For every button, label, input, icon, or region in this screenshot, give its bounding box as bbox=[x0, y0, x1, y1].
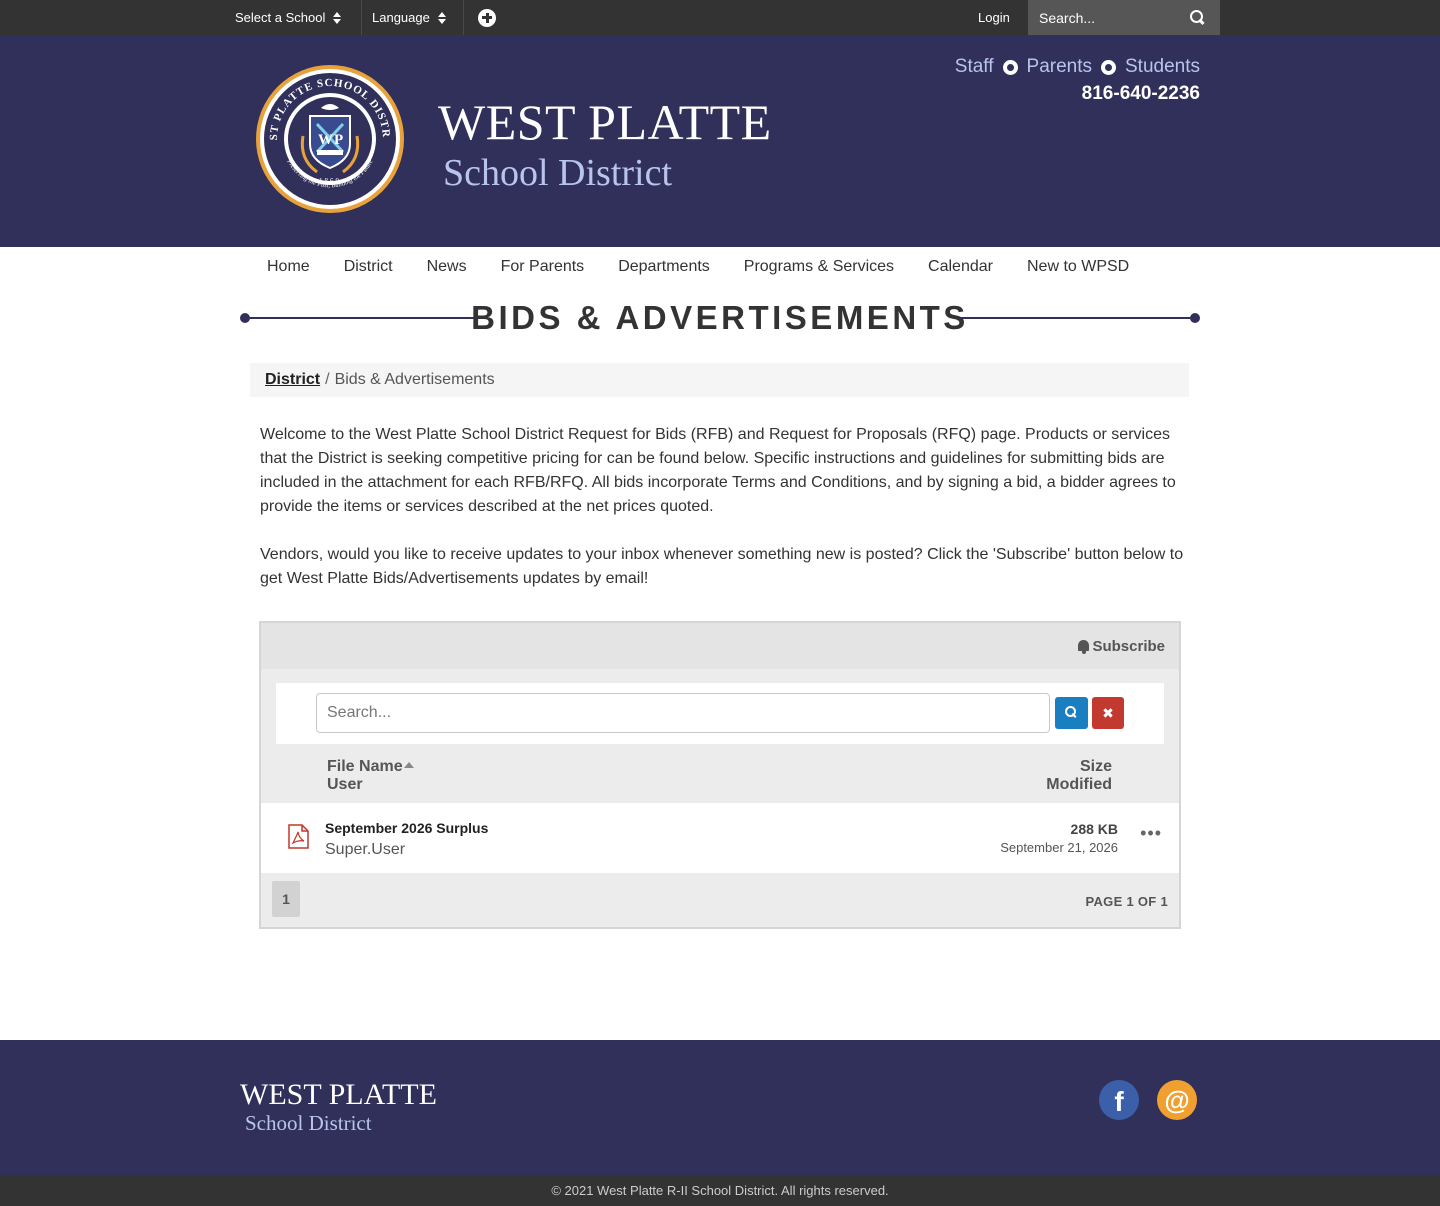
modified-header-label[interactable]: Modified bbox=[1046, 776, 1112, 793]
file-size: 288 KB bbox=[1070, 821, 1118, 837]
divider bbox=[463, 0, 464, 35]
user-header-label[interactable]: User bbox=[327, 776, 363, 793]
intro-text: Welcome to the West Platte School Distri… bbox=[260, 423, 1185, 615]
plus-circle-button[interactable] bbox=[478, 0, 496, 35]
bullet-circle-icon bbox=[1101, 59, 1116, 75]
document-search-button[interactable] bbox=[1055, 697, 1088, 729]
nav-calendar[interactable]: Calendar bbox=[911, 258, 1010, 276]
district-name[interactable]: WEST PLATTE bbox=[438, 93, 772, 151]
nav-new-to-wpsd[interactable]: New to WPSD bbox=[1010, 258, 1146, 276]
more-options-icon[interactable]: ••• bbox=[1140, 823, 1162, 844]
seal-monogram-p: P bbox=[334, 132, 343, 148]
search-icon[interactable] bbox=[1190, 10, 1205, 25]
document-search-input[interactable] bbox=[316, 693, 1050, 733]
district-seal-logo[interactable]: WEST PLATTE SCHOOL DISTRICT Preserving t… bbox=[255, 64, 405, 214]
search-icon bbox=[1065, 706, 1077, 718]
file-name-header-label: File Name bbox=[327, 758, 403, 775]
page-title-row: BIDS & ADVERTISEMENTS bbox=[240, 297, 1200, 341]
select-school-dropdown[interactable]: Select a School bbox=[235, 0, 342, 35]
language-label: Language bbox=[372, 10, 430, 25]
login-link[interactable]: Login bbox=[978, 0, 1010, 35]
site-footer: WEST PLATTE School District f @ bbox=[0, 1040, 1440, 1175]
email-icon[interactable]: @ bbox=[1157, 1080, 1197, 1120]
document-search-bar: ✖ bbox=[276, 683, 1164, 744]
pagination: 1 PAGE 1 OF 1 bbox=[261, 873, 1179, 927]
nav-departments[interactable]: Departments bbox=[601, 258, 727, 276]
close-icon: ✖ bbox=[1102, 705, 1114, 721]
subscribe-button[interactable]: Subscribe bbox=[1077, 638, 1165, 655]
file-user: Super.User bbox=[325, 841, 406, 858]
intro-paragraph: Welcome to the West Platte School Distri… bbox=[260, 426, 1176, 515]
staff-link[interactable]: Staff bbox=[955, 56, 994, 78]
nav-programs-services[interactable]: Programs & Services bbox=[727, 258, 911, 276]
footer-district-subtitle[interactable]: School District bbox=[245, 1111, 372, 1136]
file-name-link[interactable]: September 2026 Surplus bbox=[325, 820, 488, 836]
sort-arrows-icon bbox=[333, 11, 342, 24]
plus-circle-icon bbox=[478, 8, 496, 27]
utility-bar: Select a School Language Login bbox=[0, 0, 1440, 35]
site-header: WEST PLATTE SCHOOL DISTRICT Preserving t… bbox=[0, 35, 1440, 247]
nav-for-parents[interactable]: For Parents bbox=[484, 258, 602, 276]
language-dropdown[interactable]: Language bbox=[372, 0, 446, 35]
seal-monogram-w: W bbox=[318, 132, 333, 148]
table-row[interactable]: September 2026 Surplus Super.User 288 KB… bbox=[261, 803, 1179, 873]
seal-year: 1869 bbox=[319, 177, 341, 185]
students-link[interactable]: Students bbox=[1125, 56, 1200, 78]
clear-search-button[interactable]: ✖ bbox=[1092, 697, 1124, 729]
intro-paragraph: Vendors, would you like to receive updat… bbox=[260, 546, 1184, 587]
size-header-label: Size bbox=[1079, 758, 1112, 775]
breadcrumb-current: Bids & Advertisements bbox=[334, 371, 495, 388]
subscribe-label: Subscribe bbox=[1092, 638, 1165, 655]
title-decor-line bbox=[960, 317, 1195, 319]
document-list-module: Subscribe ✖ File Name User Size Modified… bbox=[259, 621, 1181, 929]
copyright-text: © 2021 West Platte R-II School District.… bbox=[0, 1175, 1440, 1206]
sort-ascending-icon bbox=[403, 762, 414, 768]
column-headers: File Name User Size Modified bbox=[261, 744, 1179, 803]
size-column-header[interactable]: Size Modified bbox=[1046, 758, 1112, 794]
select-school-label: Select a School bbox=[235, 10, 326, 25]
bullet-circle-icon bbox=[1002, 59, 1018, 75]
parents-link[interactable]: Parents bbox=[1027, 56, 1092, 78]
title-decor-dot bbox=[1190, 313, 1200, 323]
nav-home[interactable]: Home bbox=[250, 258, 327, 276]
pdf-icon bbox=[288, 824, 309, 849]
page-1-button[interactable]: 1 bbox=[272, 881, 300, 917]
main-nav: Home District News For Parents Departmen… bbox=[250, 247, 1146, 287]
file-modified-date: September 21, 2026 bbox=[1000, 840, 1118, 855]
footer-district-name[interactable]: WEST PLATTE bbox=[240, 1078, 437, 1112]
nav-news[interactable]: News bbox=[410, 258, 484, 276]
bell-icon bbox=[1077, 639, 1090, 654]
module-header: Subscribe bbox=[261, 623, 1179, 669]
breadcrumb-separator: / bbox=[325, 371, 330, 388]
nav-district[interactable]: District bbox=[327, 258, 410, 276]
site-search bbox=[1028, 0, 1220, 35]
page-summary: PAGE 1 OF 1 bbox=[1085, 894, 1168, 909]
divider bbox=[361, 0, 362, 35]
breadcrumb: District / Bids & Advertisements bbox=[250, 363, 1189, 397]
breadcrumb-district-link[interactable]: District bbox=[265, 371, 320, 389]
sort-arrows-icon bbox=[437, 11, 446, 24]
site-search-input[interactable] bbox=[1039, 9, 1189, 26]
audience-links: Staff Parents Students bbox=[955, 56, 1200, 78]
file-name-column-header[interactable]: File Name User bbox=[327, 758, 414, 794]
district-subtitle[interactable]: School District bbox=[443, 151, 672, 195]
phone-number[interactable]: 816-640-2236 bbox=[1082, 83, 1200, 105]
facebook-icon[interactable]: f bbox=[1099, 1080, 1139, 1120]
